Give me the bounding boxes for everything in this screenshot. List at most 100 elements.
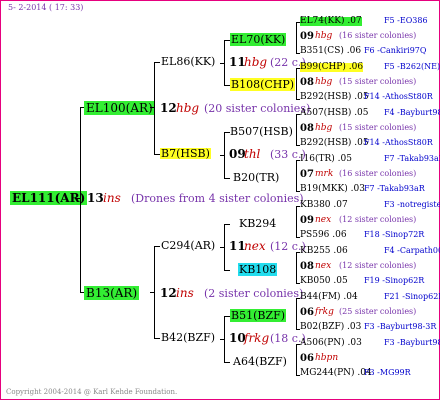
gen5-sign: hbg bbox=[315, 31, 333, 41]
connector-line bbox=[220, 63, 224, 64]
gen5-node-b: MG244(PN) .04 bbox=[300, 368, 372, 378]
gen5-year: 07 bbox=[300, 169, 314, 180]
connector-line bbox=[80, 107, 81, 293]
gen5-node-a: B44(FM) .04 bbox=[300, 292, 358, 302]
gen5-node-b: B19(MKK) .03 bbox=[300, 184, 365, 194]
connector-line bbox=[150, 292, 154, 293]
root-note: (Drones from 4 sister colonies) bbox=[131, 192, 304, 205]
connector-line bbox=[224, 270, 230, 271]
gen5-sign: hbpn bbox=[315, 353, 339, 363]
gen4-node: B51(BZF) bbox=[230, 309, 287, 322]
gen2-year: 12 bbox=[160, 101, 177, 115]
gen5-node-a: KB255 .06 bbox=[300, 246, 348, 256]
gen5-origin-a: F4 -Bayburt98-3R bbox=[384, 108, 440, 117]
gen3-sign: thl bbox=[244, 147, 261, 161]
gen5-sign: hbg bbox=[315, 77, 333, 87]
gen5-node-a: A506(PN) .03 bbox=[300, 338, 362, 348]
gen5-note: (15 sister colonies) bbox=[339, 77, 417, 86]
gen4-node: B507(HSB) bbox=[230, 125, 293, 138]
connector-line bbox=[296, 237, 300, 238]
connector-line bbox=[80, 292, 84, 293]
gen5-sign: mrk bbox=[315, 169, 334, 179]
connector-line bbox=[76, 198, 80, 199]
connector-line bbox=[80, 107, 84, 108]
connector-line bbox=[296, 375, 300, 376]
connector-line bbox=[154, 154, 160, 155]
connector-line bbox=[296, 68, 297, 99]
gen5-node-b: B292(HSB) .05 bbox=[300, 92, 369, 102]
gen4-node: A64(BZF) bbox=[233, 355, 287, 368]
connector-line bbox=[220, 155, 224, 156]
connector-line bbox=[154, 246, 155, 338]
connector-line bbox=[296, 329, 300, 330]
connector-line bbox=[154, 338, 160, 339]
connector-line bbox=[296, 191, 300, 192]
gen3-sign: nex bbox=[244, 239, 266, 253]
connector-line bbox=[296, 283, 300, 284]
connector-line bbox=[296, 53, 300, 54]
gen2-node: B13(AR) bbox=[84, 286, 140, 300]
connector-line bbox=[154, 246, 160, 247]
gen5-origin-a: F5 -EO386 bbox=[384, 16, 428, 25]
gen5-year: 06 bbox=[300, 307, 314, 318]
gen5-node-a: KB380 .07 bbox=[300, 200, 348, 210]
connector-line bbox=[224, 316, 230, 317]
connector-line bbox=[154, 62, 160, 63]
gen5-sign: hbg bbox=[315, 123, 333, 133]
gen2-node: EL100(AR) bbox=[84, 101, 155, 115]
connector-line bbox=[296, 22, 300, 23]
connector-line bbox=[220, 339, 224, 340]
gen4-node: KB108 bbox=[238, 263, 278, 276]
connector-line bbox=[296, 298, 297, 329]
gen5-origin-b: F7 -Takab93aR bbox=[364, 184, 425, 193]
gen2-year: 12 bbox=[160, 286, 177, 300]
gen5-node-b: KB050 .05 bbox=[300, 276, 348, 286]
gen5-origin-a: F3 -notregistered bbox=[384, 200, 440, 209]
gen5-origin-b: F14 -AthosSt80R bbox=[364, 138, 433, 147]
connector-line bbox=[296, 344, 297, 375]
connector-line bbox=[296, 114, 300, 115]
gen5-note: (16 sister colonies) bbox=[339, 31, 417, 40]
connector-line bbox=[296, 114, 297, 145]
connector-line bbox=[224, 132, 230, 133]
connector-line bbox=[220, 247, 224, 248]
gen5-year: 08 bbox=[300, 261, 314, 272]
connector-line bbox=[296, 344, 300, 345]
connector-line bbox=[296, 68, 300, 69]
gen5-node-b: B292(HSB) .05 bbox=[300, 138, 369, 148]
connector-line bbox=[154, 62, 155, 154]
gen4-node: KB294 bbox=[239, 217, 277, 230]
gen5-origin-b: F19 -Sinop62R bbox=[364, 276, 425, 285]
gen5-sign: nex bbox=[315, 261, 332, 271]
gen5-year: 08 bbox=[300, 77, 314, 88]
connector-line bbox=[296, 160, 300, 161]
connector-line bbox=[224, 224, 230, 225]
gen5-note: (16 sister colonies) bbox=[339, 169, 417, 178]
gen4-node: B20(TR) bbox=[233, 171, 280, 184]
gen5-node-a: EL74(KK) .07 bbox=[300, 16, 362, 26]
date-stamp: 5- 2-2014 ( 17: 33) bbox=[8, 3, 84, 12]
gen2-sign: ins bbox=[176, 286, 194, 300]
connector-line bbox=[296, 160, 297, 191]
gen5-year: 09 bbox=[300, 31, 314, 42]
connector-line bbox=[224, 40, 225, 86]
gen5-node-a: I16(TR) .05 bbox=[300, 154, 352, 164]
gen5-note: (25 sister colonies) bbox=[339, 307, 417, 316]
gen2-note: (2 sister colonies) bbox=[204, 287, 304, 300]
connector-line bbox=[296, 252, 300, 253]
connector-line bbox=[150, 107, 154, 108]
gen2-sign: hbg bbox=[176, 101, 200, 115]
gen5-origin-b: F3 -MG99R bbox=[364, 368, 411, 377]
gen5-origin-b: F6 -Cankiri97Q bbox=[364, 46, 427, 55]
connector-line bbox=[296, 206, 297, 237]
gen5-note: (15 sister colonies) bbox=[339, 123, 417, 132]
gen4-node: B108(CHP) bbox=[230, 78, 296, 91]
gen5-year: 06 bbox=[300, 353, 314, 364]
gen5-year: 09 bbox=[300, 215, 314, 226]
gen5-sign: frkg bbox=[315, 307, 334, 317]
connector-line bbox=[224, 178, 230, 179]
gen5-note: (12 sister colonies) bbox=[339, 261, 417, 270]
gen5-year: 08 bbox=[300, 123, 314, 134]
gen3-node: EL86(KK) bbox=[161, 55, 216, 68]
gen5-origin-a: F5 -B262(NE) bbox=[384, 62, 440, 71]
